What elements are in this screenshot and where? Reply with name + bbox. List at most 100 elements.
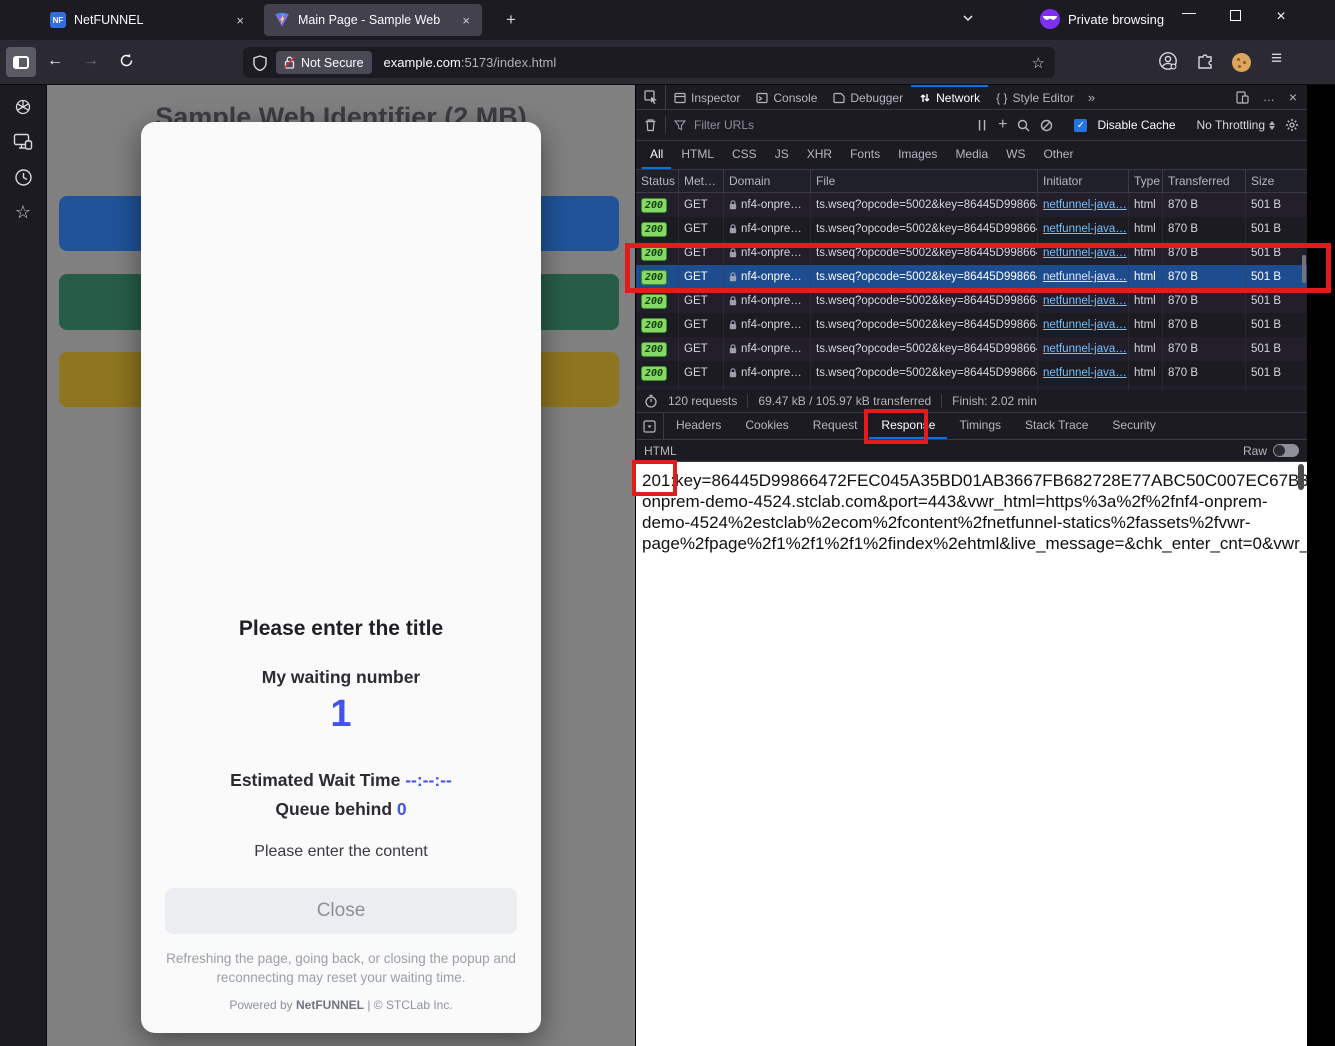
network-request-row[interactable]: 200 GET nf4-onpre… ts.wseq?opcode=5002&k… <box>636 289 1307 313</box>
network-request-row[interactable]: 200 GET nf4-onpre… ts.wseq?opcode=5002&k… <box>636 337 1307 361</box>
url-bar[interactable]: Not Secure example.com:5173/index.html ☆ <box>243 47 1055 78</box>
filter-html[interactable]: HTML <box>673 141 722 169</box>
bookmarks-star-icon[interactable]: ☆ <box>12 201 34 223</box>
network-request-row[interactable]: 200 GET nf4-onpre… ts.wseq?opcode=5002&k… <box>636 193 1307 217</box>
pause-traffic-icon[interactable]: || <box>978 119 988 131</box>
block-requests-icon[interactable] <box>1040 119 1053 132</box>
devtools-meatball-menu[interactable]: … <box>1257 90 1281 104</box>
more-panels-chevrons[interactable]: » <box>1082 85 1101 109</box>
network-request-row[interactable]: 200 GET nf4-onpre… ts.wseq?opcode=5002&k… <box>636 313 1307 337</box>
extensions-puzzle-icon[interactable] <box>1196 51 1215 70</box>
detail-tab-stack-trace[interactable]: Stack Trace <box>1013 413 1100 439</box>
col-method[interactable]: Met… <box>679 170 724 192</box>
hamburger-menu-icon[interactable]: ≡ <box>1271 48 1282 70</box>
status-badge: 200 <box>641 318 667 333</box>
detail-tab-cookies[interactable]: Cookies <box>733 413 800 439</box>
pick-element-icon[interactable] <box>636 85 666 109</box>
window-maximize-button[interactable] <box>1218 8 1252 24</box>
detail-tab-response[interactable]: Response <box>869 413 947 439</box>
initiator-link[interactable]: netfunnel-java… <box>1038 289 1129 313</box>
network-request-row[interactable]: 200 GET nf4-onpre… ts.wseq?opcode=5002&k… <box>636 385 1307 390</box>
filter-js[interactable]: JS <box>767 141 797 169</box>
split-pane-icon[interactable] <box>636 413 664 439</box>
domain-cell: nf4-onpre… <box>741 343 802 355</box>
initiator-link[interactable]: netfunnel-java… <box>1038 385 1129 390</box>
detail-tab-headers[interactable]: Headers <box>664 413 733 439</box>
request-type-filters: All HTML CSS JS XHR Fonts Images Media W… <box>636 141 1307 170</box>
bookmark-star-icon[interactable]: ☆ <box>1032 54 1045 72</box>
domain-cell: nf4-onpre… <box>741 199 802 211</box>
responsive-design-icon[interactable] <box>1230 91 1255 104</box>
network-request-row[interactable]: 200 GET nf4-onpre… ts.wseq?opcode=5002&k… <box>636 265 1307 289</box>
reload-button[interactable] <box>119 53 134 68</box>
detail-tab-security[interactable]: Security <box>1100 413 1167 439</box>
table-scrollbar-thumb[interactable] <box>1302 255 1306 283</box>
col-status[interactable]: Status <box>636 170 679 192</box>
tab-style-editor[interactable]: { } Style Editor <box>988 85 1082 109</box>
tab-close-icon[interactable]: × <box>460 13 472 28</box>
filter-fonts[interactable]: Fonts <box>842 141 888 169</box>
filter-other[interactable]: Other <box>1035 141 1081 169</box>
tab-inspector[interactable]: Inspector <box>666 85 748 109</box>
initiator-link[interactable]: netfunnel-java… <box>1038 337 1129 361</box>
lock-icon <box>729 224 737 234</box>
disable-cache-checkbox[interactable]: ✓ <box>1074 119 1087 132</box>
clear-requests-trash-icon[interactable] <box>644 118 657 132</box>
devtools-close-icon[interactable]: × <box>1283 89 1303 105</box>
filter-media[interactable]: Media <box>947 141 996 169</box>
response-scrollbar-thumb[interactable] <box>1298 464 1304 490</box>
initiator-link[interactable]: netfunnel-java… <box>1038 217 1129 241</box>
tab-console[interactable]: Console <box>748 85 825 109</box>
col-domain[interactable]: Domain <box>724 170 811 192</box>
col-transferred[interactable]: Transferred <box>1163 170 1246 192</box>
ai-chatbot-icon[interactable] <box>12 96 34 118</box>
col-file[interactable]: File <box>811 170 1038 192</box>
filter-ws[interactable]: WS <box>998 141 1033 169</box>
filter-css[interactable]: CSS <box>724 141 765 169</box>
account-icon[interactable] <box>1158 51 1178 71</box>
tab-network[interactable]: Network <box>911 85 988 109</box>
shield-icon[interactable] <box>253 55 267 71</box>
response-body[interactable]: 201:key=86445D99866472FEC045A35BD01AB366… <box>636 462 1307 1046</box>
detail-tab-timings[interactable]: Timings <box>947 413 1013 439</box>
status-badge: 200 <box>641 222 667 237</box>
modal-close-button[interactable]: Close <box>165 888 517 934</box>
tab-close-icon[interactable]: × <box>234 13 246 28</box>
filter-urls-input[interactable]: Filter URLs <box>694 118 754 132</box>
detail-tab-request[interactable]: Request <box>801 413 870 439</box>
initiator-link[interactable]: netfunnel-java… <box>1038 265 1129 289</box>
col-initiator[interactable]: Initiator <box>1038 170 1129 192</box>
window-minimize-button[interactable]: — <box>1172 4 1206 20</box>
url-text[interactable]: example.com:5173/index.html <box>384 55 557 70</box>
filter-all[interactable]: All <box>642 141 671 169</box>
initiator-link[interactable]: netfunnel-java… <box>1038 241 1129 265</box>
window-close-button[interactable]: × <box>1264 8 1298 26</box>
network-request-row[interactable]: 200 GET nf4-onpre… ts.wseq?opcode=5002&k… <box>636 361 1307 385</box>
network-request-row[interactable]: 200 GET nf4-onpre… ts.wseq?opcode=5002&k… <box>636 241 1307 265</box>
initiator-link[interactable]: netfunnel-java… <box>1038 193 1129 217</box>
not-secure-badge[interactable]: Not Secure <box>276 51 372 74</box>
profile-cookie-icon[interactable] <box>1232 53 1251 72</box>
network-request-row[interactable]: 200 GET nf4-onpre… ts.wseq?opcode=5002&k… <box>636 217 1307 241</box>
browser-tab-main-page[interactable]: Main Page - Sample Web × <box>264 4 482 36</box>
sidebar-toggle-button[interactable] <box>6 47 36 77</box>
initiator-link[interactable]: netfunnel-java… <box>1038 313 1129 337</box>
new-tab-button[interactable]: + <box>498 8 524 32</box>
col-size[interactable]: Size <box>1246 170 1308 192</box>
throttling-select[interactable]: No Throttling <box>1197 118 1275 132</box>
browser-tab-netfunnel[interactable]: NF NetFUNNEL × <box>40 4 256 36</box>
filter-xhr[interactable]: XHR <box>799 141 840 169</box>
filter-images[interactable]: Images <box>890 141 945 169</box>
raw-toggle[interactable] <box>1273 444 1299 457</box>
synced-tabs-icon[interactable] <box>12 131 34 153</box>
initiator-link[interactable]: netfunnel-java… <box>1038 361 1129 385</box>
tab-list-chevron-icon[interactable] <box>962 12 974 24</box>
history-clock-icon[interactable] <box>12 166 34 188</box>
search-icon[interactable] <box>1017 119 1030 132</box>
tab-debugger[interactable]: Debugger <box>825 85 911 109</box>
forward-button[interactable]: → <box>83 52 99 70</box>
add-request-icon[interactable]: + <box>998 116 1007 134</box>
back-button[interactable]: ← <box>47 52 63 70</box>
col-type[interactable]: Type <box>1129 170 1163 192</box>
network-settings-gear-icon[interactable] <box>1285 118 1299 132</box>
